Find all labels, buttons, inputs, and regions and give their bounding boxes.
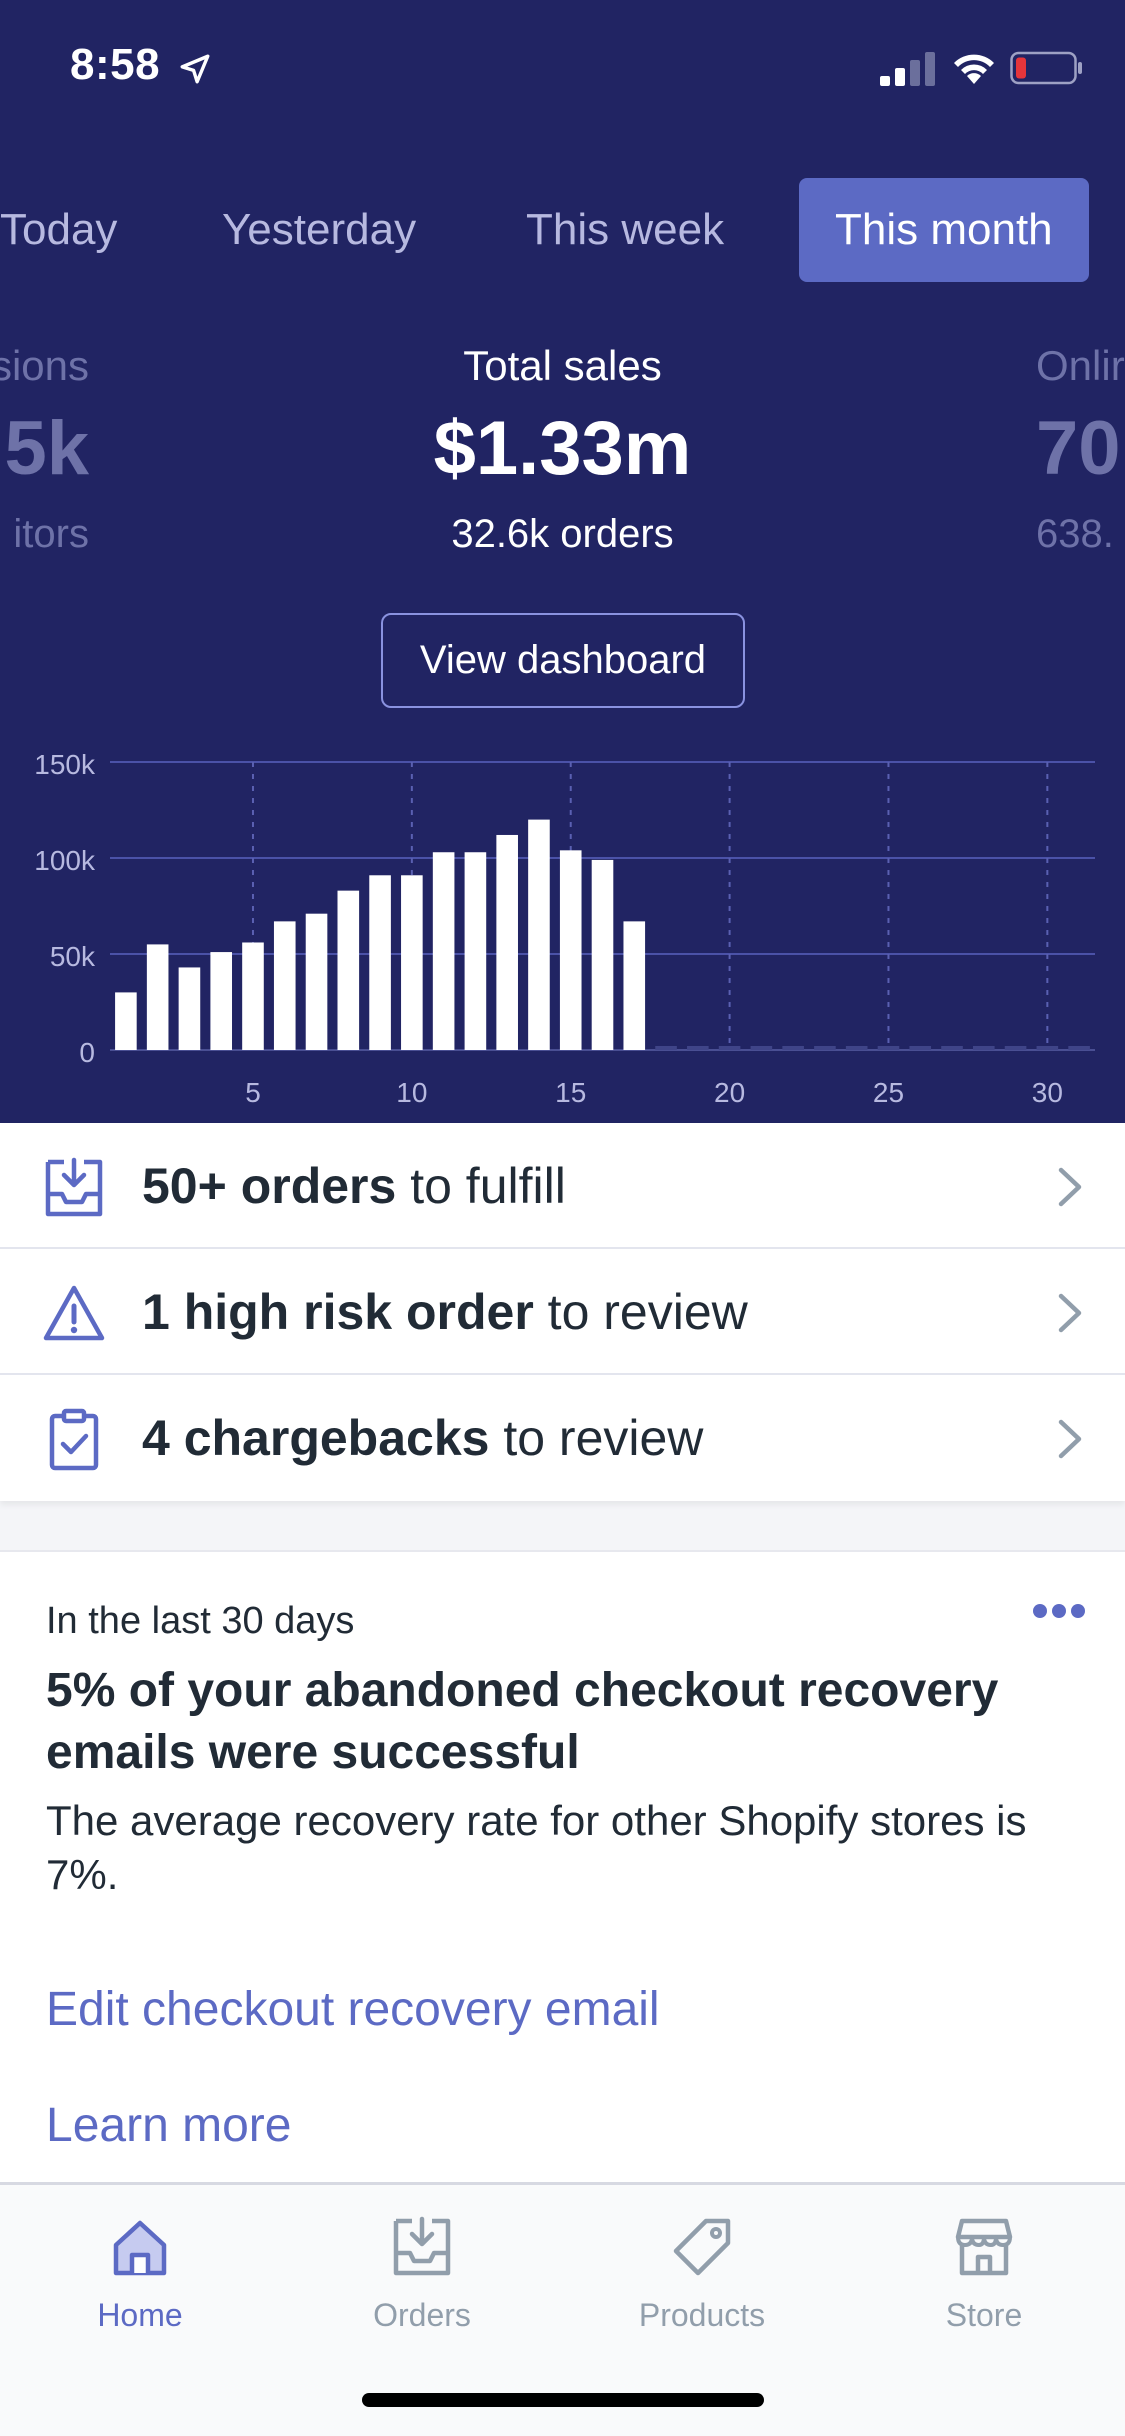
tabbar-home[interactable]: Home <box>40 2215 240 2334</box>
storefront-icon <box>955 2218 1013 2276</box>
learn-more-link[interactable]: Learn more <box>46 2098 291 2153</box>
period-tabs: Today Yesterday This week This month <box>0 178 1125 282</box>
bar-day-29-empty <box>1004 1046 1027 1050</box>
tab-today[interactable]: Today <box>0 178 117 282</box>
chevron-right-icon <box>1058 1167 1082 1207</box>
y-tick-label: 50k <box>50 941 96 972</box>
action-label: 50+ orders to fulfill <box>142 1158 566 1214</box>
bar-day-7[interactable] <box>305 913 328 1050</box>
sales-bar-chart: 0 50k 100k 150k 5 10 15 20 25 30 <box>34 749 1095 1108</box>
bar-day-19-empty <box>687 1046 709 1050</box>
chevron-right-icon <box>1058 1293 1082 1333</box>
action-items-list: 50+ orders to fulfill 1 high risk order … <box>0 1123 1125 1501</box>
bar-day-9[interactable] <box>369 875 391 1050</box>
metric-online-partial[interactable]: Onlir 70 638. <box>1036 338 1125 564</box>
tabbar-store[interactable]: Store <box>884 2215 1084 2334</box>
tab-this-month[interactable]: This month <box>799 178 1089 282</box>
metric-sub: 32.6k orders <box>451 512 674 556</box>
bar-day-14[interactable] <box>528 819 550 1050</box>
x-tick-label: 30 <box>1032 1077 1063 1108</box>
sales-summary-header: 8:58 Today Yesterday This week This mont… <box>0 0 1125 1123</box>
tab-this-week[interactable]: This week <box>526 178 724 282</box>
x-tick-label: 20 <box>714 1077 745 1108</box>
status-bar: 8:58 <box>0 0 1125 140</box>
inbox-download-icon <box>45 1157 103 1217</box>
home-indicator <box>362 2393 764 2407</box>
x-tick-label: 10 <box>396 1077 427 1108</box>
tab-yesterday[interactable]: Yesterday <box>222 178 416 282</box>
bar-day-16[interactable] <box>591 859 614 1050</box>
y-tick-label: 0 <box>79 1037 95 1068</box>
card-meta: In the last 30 days <box>46 1600 355 1642</box>
bar-day-4[interactable] <box>210 952 233 1050</box>
bar-day-28-empty <box>972 1046 995 1050</box>
metric-label: Onlir <box>1036 342 1125 389</box>
insight-card: In the last 30 days 5% of your abandoned… <box>0 1550 1125 2182</box>
bar-day-27-empty <box>941 1046 963 1050</box>
bar-day-25-empty <box>877 1046 900 1050</box>
y-tick-label: 150k <box>34 749 96 780</box>
bar-day-31-empty <box>1068 1046 1090 1050</box>
warning-triangle-icon <box>43 1285 105 1341</box>
bar-day-2[interactable] <box>146 944 169 1050</box>
bar-day-13[interactable] <box>496 834 518 1050</box>
bar-day-20-empty <box>718 1046 741 1050</box>
bar-day-11[interactable] <box>432 852 455 1050</box>
wifi-icon <box>954 54 994 84</box>
bar-day-30-empty <box>1036 1046 1059 1050</box>
bar-day-10[interactable] <box>401 875 423 1050</box>
x-tick-label: 5 <box>245 1077 261 1108</box>
bar-day-18-empty <box>655 1046 677 1050</box>
metric-value: 70 <box>1036 406 1121 491</box>
bar-day-1[interactable] <box>115 992 137 1050</box>
edit-checkout-recovery-email-link[interactable]: Edit checkout recovery email <box>46 1982 660 2037</box>
clipboard-check-icon <box>49 1408 99 1471</box>
tabbar-label: Store <box>945 2297 1023 2333</box>
metric-value: $1.33m <box>433 406 692 491</box>
action-orders-to-fulfill[interactable]: 50+ orders to fulfill <box>0 1123 1125 1249</box>
metric-label: Total sales <box>463 342 662 389</box>
tabbar-products[interactable]: Products <box>602 2215 802 2334</box>
battery-low-icon <box>1010 51 1082 85</box>
home-icon <box>113 2220 167 2276</box>
bar-day-12[interactable] <box>464 852 487 1050</box>
action-chargebacks[interactable]: 4 chargebacks to review <box>0 1375 1125 1501</box>
bar-day-5[interactable] <box>242 942 264 1050</box>
view-dashboard-button[interactable]: View dashboard <box>381 613 745 708</box>
bar-day-8[interactable] <box>337 890 360 1050</box>
bar-day-17[interactable] <box>623 921 646 1050</box>
metric-sub: 638. <box>1036 512 1114 556</box>
tabbar-label: Orders <box>373 2297 471 2333</box>
bar-day-6[interactable] <box>273 921 296 1050</box>
x-tick-label: 15 <box>555 1077 586 1108</box>
bar-day-24-empty <box>845 1046 868 1050</box>
bar-day-26-empty <box>909 1046 932 1050</box>
bar-day-22-empty <box>782 1046 804 1050</box>
cellular-signal-icon <box>880 52 935 86</box>
orders-inbox-icon <box>393 2216 451 2276</box>
chevron-right-icon <box>1058 1419 1082 1459</box>
tabbar-orders[interactable]: Orders <box>322 2215 522 2334</box>
tag-icon <box>673 2218 731 2276</box>
tabbar-label: Products <box>638 2297 766 2333</box>
action-label: 4 chargebacks to review <box>142 1410 704 1466</box>
bar-day-3[interactable] <box>178 967 201 1050</box>
y-tick-label: 100k <box>34 845 96 876</box>
bar-day-15[interactable] <box>559 850 582 1050</box>
card-body: The average recovery rate for other Shop… <box>46 1797 1027 1898</box>
bar-day-21-empty <box>750 1046 773 1050</box>
tabbar-label: Home <box>97 2297 183 2333</box>
location-arrow-icon <box>180 54 210 84</box>
action-label: 1 high risk order to review <box>142 1284 748 1340</box>
metric-total-sales[interactable]: Total sales $1.33m 32.6k orders <box>0 338 1125 564</box>
card-title: 5% of your abandoned checkout recovery e… <box>46 1664 999 1779</box>
status-time: 8:58 <box>70 40 161 89</box>
x-tick-label: 25 <box>873 1077 904 1108</box>
bar-day-23-empty <box>814 1046 836 1050</box>
more-options-icon[interactable] <box>1033 1604 1085 1620</box>
action-high-risk-order[interactable]: 1 high risk order to review <box>0 1249 1125 1375</box>
